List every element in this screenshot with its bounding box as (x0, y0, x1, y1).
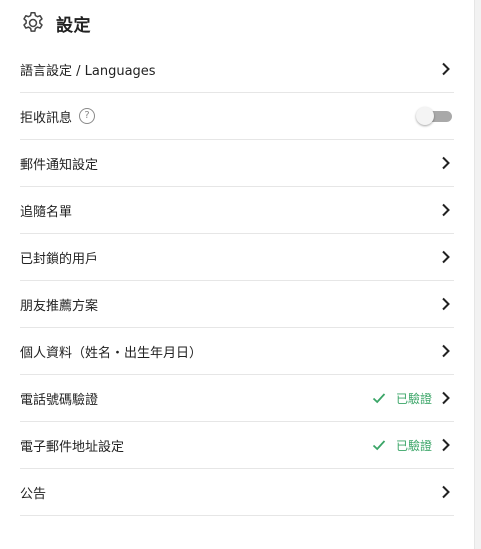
gear-icon (20, 10, 46, 36)
settings-item-label: 電子郵件地址設定 (20, 439, 125, 455)
chevron-right-icon (440, 203, 452, 217)
settings-item-label: 追隨名單 (20, 204, 73, 220)
verified-badge: 已驗證 (372, 390, 432, 407)
check-icon (372, 391, 386, 405)
settings-item-blocked-users[interactable]: 已封鎖的用戶 (20, 234, 454, 281)
settings-item-email-notifications[interactable]: 郵件通知設定 (20, 140, 454, 187)
question-icon[interactable]: ? (79, 108, 96, 124)
settings-list: 語言設定 / Languages 拒收訊息 ? 郵件通知設定 追隨名單 已封鎖的… (20, 46, 454, 516)
verified-status-text: 已驗證 (395, 391, 432, 406)
verified-badge: 已驗證 (372, 437, 432, 454)
chevron-right-icon (440, 250, 452, 264)
settings-item-email-address[interactable]: 電子郵件地址設定 已驗證 (20, 422, 454, 469)
chevron-right-icon (440, 438, 452, 452)
page-title: 設定 (56, 15, 91, 36)
settings-item-label: 已封鎖的用戶 (20, 251, 99, 267)
chevron-right-icon (440, 344, 452, 358)
settings-item-reject-messages: 拒收訊息 ? (20, 93, 454, 140)
settings-panel: 設定 語言設定 / Languages 拒收訊息 ? 郵件通知設定 追隨名單 已… (20, 0, 454, 516)
settings-item-profile[interactable]: 個人資料（姓名・出生年月日） (20, 328, 454, 375)
settings-header: 設定 (20, 0, 454, 46)
settings-item-friend-referral[interactable]: 朋友推薦方案 (20, 281, 454, 328)
settings-item-label: 個人資料（姓名・出生年月日） (20, 345, 203, 361)
chevron-right-icon (440, 297, 452, 311)
settings-item-label: 拒收訊息 (20, 110, 73, 126)
settings-item-label: 語言設定 / Languages (20, 63, 156, 79)
settings-item-label: 朋友推薦方案 (20, 298, 99, 314)
chevron-right-icon (440, 485, 452, 499)
toggle-knob (416, 107, 434, 125)
chevron-right-icon (440, 156, 452, 170)
window-edge (474, 0, 481, 549)
settings-item-following[interactable]: 追隨名單 (20, 187, 454, 234)
chevron-right-icon (440, 391, 452, 405)
settings-item-label: 公告 (20, 486, 47, 502)
check-icon (372, 438, 386, 452)
settings-item-label: 郵件通知設定 (20, 157, 99, 173)
verified-status-text: 已驗證 (395, 438, 432, 453)
settings-item-announcements[interactable]: 公告 (20, 469, 454, 516)
settings-item-languages[interactable]: 語言設定 / Languages (20, 46, 454, 93)
settings-item-phone-verification[interactable]: 電話號碼驗證 已驗證 (20, 375, 454, 422)
reject-messages-toggle[interactable] (416, 107, 452, 125)
chevron-right-icon (440, 62, 452, 76)
settings-item-label: 電話號碼驗證 (20, 392, 99, 408)
